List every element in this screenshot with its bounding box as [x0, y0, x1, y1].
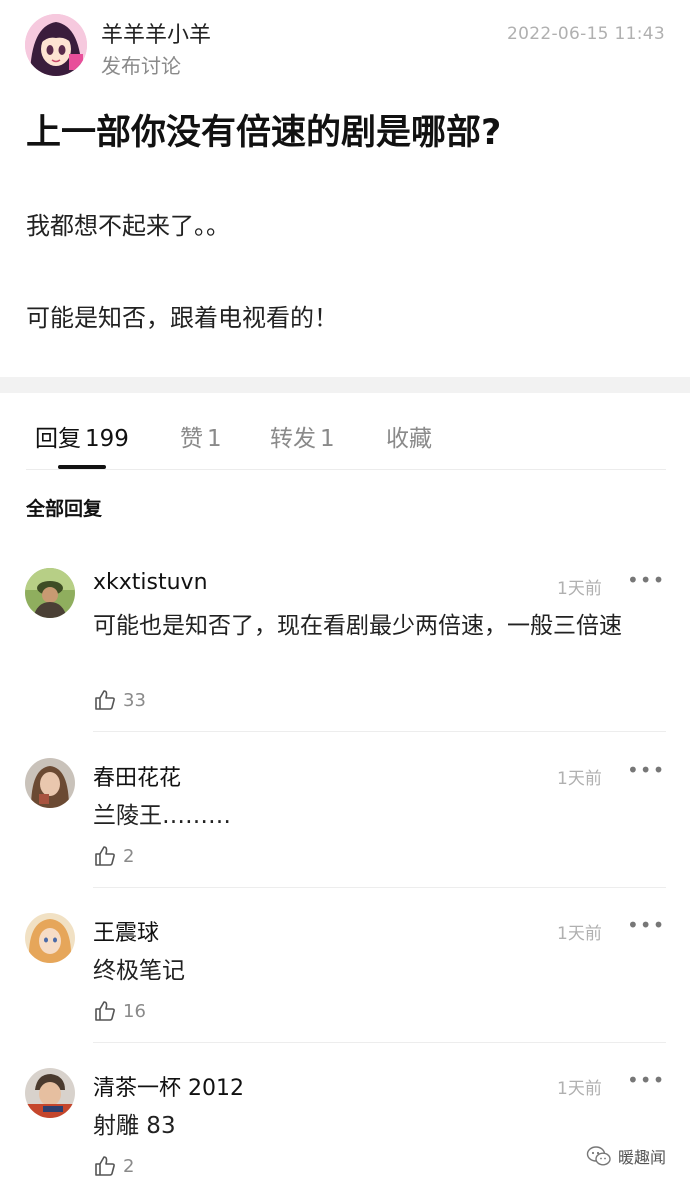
like-count: 33 — [123, 689, 146, 711]
more-dots-icon[interactable]: ••• — [627, 568, 665, 592]
commenter-name[interactable]: 春田花花 — [93, 760, 181, 792]
comment-divider — [93, 887, 666, 888]
tab-likes-label: 赞 — [180, 426, 203, 452]
comment-divider — [93, 1042, 666, 1043]
comment-time: 1天前 — [557, 1079, 602, 1099]
comment-time: 1天前 — [557, 579, 602, 599]
wechat-icon — [586, 1146, 611, 1166]
post-title: 上一部你没有倍速的剧是哪部? — [26, 113, 502, 153]
thumbs-up-icon — [95, 1156, 115, 1176]
like-button[interactable]: 2 — [93, 1154, 134, 1178]
more-dots-icon[interactable]: ••• — [627, 913, 665, 937]
more-dots-icon[interactable]: ••• — [627, 758, 665, 782]
like-count: 2 — [123, 845, 135, 867]
tab-likes[interactable]: 赞1 — [180, 419, 222, 453]
tab-replies-label: 回复 — [35, 426, 81, 452]
tab-replies[interactable]: 回复 199 — [35, 419, 129, 453]
comment-time: 1天前 — [557, 769, 602, 789]
tab-reposts-count: 1 — [320, 426, 335, 452]
commenter-name[interactable]: 清茶一杯 2012 — [93, 1070, 244, 1102]
post-body-line-1: 我都想不起来了。。 — [26, 212, 230, 240]
comment-text: 射雕 83 — [93, 1113, 176, 1139]
tab-favorites[interactable]: 收藏 — [386, 419, 432, 453]
comment-text: 可能也是知否了，现在看剧最少两倍速，一般三倍速 — [93, 613, 622, 639]
author-name[interactable]: 羊羊羊小羊 — [101, 17, 211, 49]
post-time: 2022-06-15 11:43 — [507, 24, 665, 44]
commenter-name[interactable]: xkxtistuvn — [93, 570, 208, 595]
thumbs-up-icon — [95, 690, 115, 710]
thumbs-up-icon — [95, 1001, 115, 1021]
like-button[interactable]: 33 — [93, 688, 146, 712]
tab-bar: 回复 199 赞1 转发 1 收藏 — [0, 393, 690, 469]
like-button[interactable]: 16 — [93, 999, 146, 1023]
commenter-avatar[interactable] — [25, 913, 75, 963]
tab-replies-count: 199 — [85, 426, 129, 452]
like-count: 2 — [123, 1155, 135, 1177]
comment-divider — [93, 731, 666, 732]
tab-favorites-label: 收藏 — [386, 426, 432, 452]
tab-likes-count: 1 — [207, 426, 222, 452]
thumbs-up-icon — [95, 846, 115, 866]
post-body-line-2: 可能是知否，跟着电视看的！ — [26, 304, 338, 332]
author-action: 发布讨论 — [101, 54, 181, 78]
commenter-avatar[interactable] — [25, 568, 75, 618]
like-button[interactable]: 2 — [93, 844, 134, 868]
watermark-text: 暖趣闻 — [618, 1148, 667, 1167]
post-header: 羊羊羊小羊 发布讨论 2022-06-15 11:43 — [0, 0, 690, 90]
like-count: 16 — [123, 1000, 146, 1022]
comment-text: 终极笔记 — [93, 958, 185, 984]
commenter-avatar[interactable] — [25, 1068, 75, 1118]
tab-reposts-label: 转发 — [270, 426, 316, 452]
tabs-divider — [26, 469, 666, 470]
author-avatar[interactable] — [25, 14, 87, 76]
commenter-name[interactable]: 王震球 — [93, 915, 159, 947]
commenter-avatar[interactable] — [25, 758, 75, 808]
tab-reposts[interactable]: 转发 1 — [270, 419, 335, 453]
more-dots-icon[interactable]: ••• — [627, 1068, 665, 1092]
comment-time: 1天前 — [557, 924, 602, 944]
section-separator — [0, 377, 690, 393]
watermark: 暖趣闻 — [586, 1144, 666, 1168]
comment-text: 兰陵王……… — [93, 803, 231, 829]
all-replies-label: 全部回复 — [26, 498, 103, 520]
